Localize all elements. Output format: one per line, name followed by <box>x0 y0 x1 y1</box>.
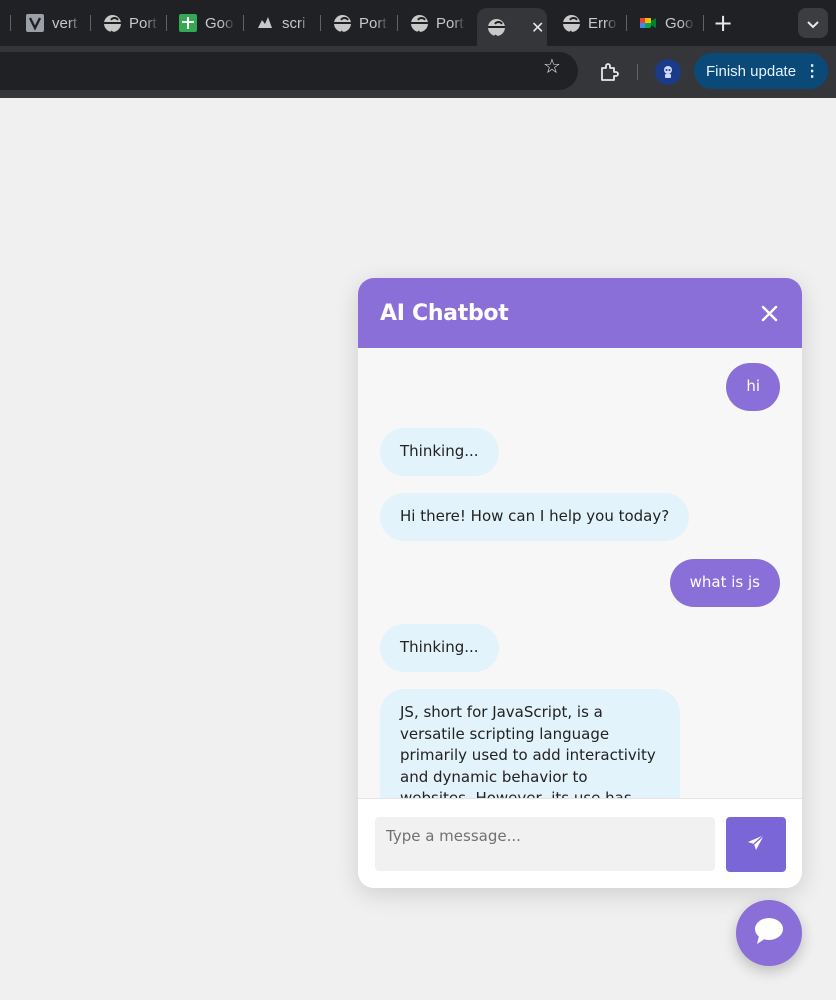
toolbar-separator <box>637 64 638 80</box>
tab-separator <box>243 15 244 31</box>
tab-separator <box>397 15 398 31</box>
finish-update-label: Finish update <box>706 62 797 80</box>
chat-launcher-button[interactable] <box>736 900 802 966</box>
globe-icon <box>410 14 428 32</box>
globe-icon <box>103 14 121 32</box>
tab-title: Goo <box>205 14 234 32</box>
tab-title: Port <box>129 14 157 32</box>
meet-icon <box>639 14 657 32</box>
browser-tab-strip: vert Port Goo scri Port Port ✕ Erro Goo … <box>0 0 836 46</box>
address-bar[interactable] <box>0 52 578 90</box>
tab-title: vert <box>52 14 78 32</box>
more-vert-icon: ⋮ <box>804 63 820 80</box>
bot-message: Hi there! How can I help you today? <box>380 493 690 541</box>
globe-icon <box>333 14 351 32</box>
globe-icon <box>562 14 580 32</box>
profile-avatar-icon[interactable] <box>655 59 681 85</box>
chat-header: AI Chatbot <box>358 278 802 348</box>
tab-port-2[interactable]: Port <box>333 8 389 38</box>
user-message: what is js <box>669 559 780 607</box>
tab-separator <box>90 15 91 31</box>
tab-search-button[interactable] <box>798 8 828 38</box>
user-message: hi <box>726 363 780 411</box>
tab-title: Port <box>359 14 387 32</box>
close-tab-icon[interactable]: ✕ <box>531 18 544 37</box>
tab-error[interactable]: Erro <box>562 8 618 38</box>
extensions-icon[interactable] <box>598 61 620 83</box>
chat-messages[interactable]: hi Thinking... Hi there! How can I help … <box>358 348 802 799</box>
tab-active[interactable]: ✕ <box>477 8 547 46</box>
tab-separator <box>703 15 704 31</box>
bookmark-star-icon[interactable]: ☆ <box>541 55 563 77</box>
bot-message: JS, short for JavaScript, is a versatile… <box>380 689 680 798</box>
tab-script[interactable]: scri <box>256 8 312 38</box>
bot-message: Thinking... <box>380 624 499 672</box>
tab-separator <box>166 15 167 31</box>
tab-google-sheets[interactable]: Goo <box>179 8 235 38</box>
tab-vert[interactable]: vert <box>26 8 82 38</box>
tab-title: Goo <box>665 14 694 32</box>
chat-title: AI Chatbot <box>380 300 509 326</box>
tab-google-meet[interactable]: Goo <box>639 8 695 38</box>
tab-separator <box>10 15 11 31</box>
tab-port-1[interactable]: Port <box>103 8 159 38</box>
globe-icon <box>487 18 505 36</box>
tab-title: scri <box>282 14 306 32</box>
tab-separator <box>320 15 321 31</box>
message-input[interactable] <box>375 817 715 871</box>
v-square-icon <box>26 14 44 32</box>
chevron-down-icon <box>807 14 819 33</box>
bot-message: Thinking... <box>380 428 499 476</box>
tab-title: Port <box>436 14 464 32</box>
tab-title: Erro <box>588 14 617 32</box>
new-tab-icon[interactable]: + <box>712 8 734 38</box>
chat-window: AI Chatbot hi Thinking... Hi there! How … <box>358 278 802 888</box>
script-icon <box>256 14 274 32</box>
tab-port-3[interactable]: Port <box>410 8 466 38</box>
finish-update-button[interactable]: Finish update ⋮ <box>694 53 828 89</box>
chat-bubble-icon <box>754 917 784 949</box>
sheets-icon <box>179 14 197 32</box>
chat-input-area <box>358 799 802 888</box>
send-button[interactable] <box>726 817 786 872</box>
tab-separator <box>626 15 627 31</box>
paper-plane-icon <box>747 833 765 856</box>
browser-toolbar: ☆ Finish update ⋮ <box>0 46 836 98</box>
close-icon[interactable] <box>758 302 780 324</box>
